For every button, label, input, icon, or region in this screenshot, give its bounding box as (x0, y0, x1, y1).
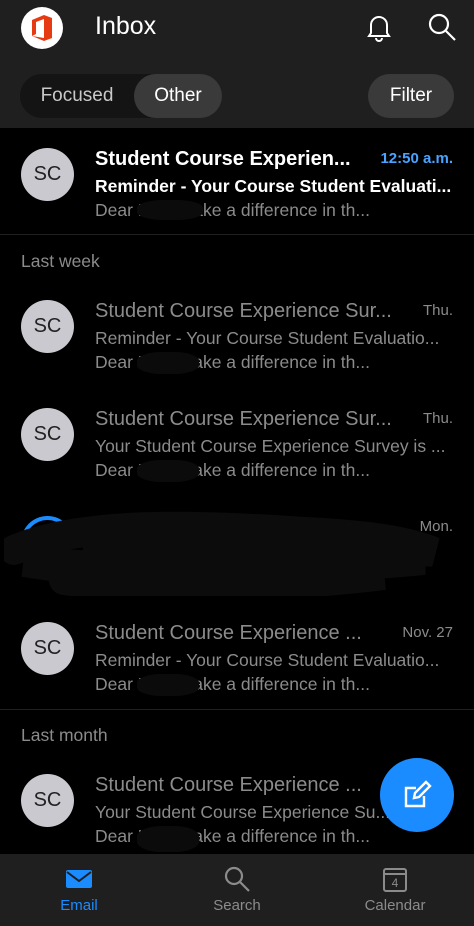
email-sender: Student Course Experience Sur... (95, 408, 392, 430)
nav-calendar[interactable]: 4 Calendar (316, 854, 474, 926)
redaction-scribble (137, 352, 199, 374)
email-sender: Student Course Experience ... (95, 622, 362, 644)
nav-calendar-label: Calendar (364, 897, 426, 914)
redaction-scribble (137, 200, 203, 220)
office-logo-icon[interactable] (21, 7, 63, 49)
email-time: Nov. 27 (402, 624, 453, 641)
section-header-last-week: Last week (21, 251, 100, 271)
email-time: 12:50 a.m. (380, 150, 453, 167)
page-title: Inbox (95, 12, 157, 40)
filter-button[interactable]: Filter (368, 74, 454, 118)
app-header: Inbox Focused Other Filter (0, 0, 474, 128)
list-item[interactable]: SC Student Course Experience ... Nov. 27… (0, 610, 474, 716)
email-subject: Reminder - Your Course Student Evaluati.… (95, 176, 452, 196)
divider (0, 709, 474, 710)
tab-other[interactable]: Other (134, 74, 222, 118)
compose-icon (404, 780, 432, 808)
email-subject: Reminder - Your Course Student Evaluatio… (95, 328, 440, 348)
avatar: SC (21, 148, 74, 201)
nav-search[interactable]: Search (158, 854, 316, 926)
email-sender: Student Course Experien... (95, 148, 351, 170)
list-item[interactable]: SC Student Course Experience Sur... Thu.… (0, 288, 474, 394)
nav-search-label: Search (213, 897, 261, 914)
email-time: Thu. (422, 410, 453, 427)
list-item[interactable]: SC Student Course Experien... 12:50 a.m.… (0, 128, 474, 234)
email-sender: Student Course Experience Sur... (95, 300, 392, 322)
nav-email[interactable]: Email (0, 854, 158, 926)
email-subject: Your Student Course Experience Su... (95, 802, 391, 822)
avatar: SC (21, 774, 74, 827)
email-sender: Student Course Experience ... (95, 774, 362, 796)
avatar: SC (21, 300, 74, 353)
search-icon[interactable] (425, 10, 459, 44)
mail-icon (66, 870, 92, 888)
redaction-scribble (137, 460, 199, 482)
redaction-scribble (137, 674, 199, 696)
redaction-scribble (0, 510, 444, 602)
list-item[interactable]: Mon. (0, 504, 474, 610)
inbox-segmented-control: Focused Other (20, 74, 222, 118)
email-subject: Reminder - Your Course Student Evaluatio… (95, 650, 440, 670)
notification-bell-icon[interactable] (362, 10, 396, 44)
email-time: Thu. (422, 302, 453, 319)
nav-email-label: Email (60, 897, 98, 914)
compose-button[interactable] (380, 758, 454, 832)
search-icon (224, 866, 250, 892)
avatar: SC (21, 622, 74, 675)
divider (0, 234, 474, 235)
email-subject: Your Student Course Experience Survey is… (95, 436, 446, 456)
calendar-icon: 4 (383, 868, 407, 892)
bottom-nav: Email Search 4 Calendar (0, 854, 474, 926)
calendar-day: 4 (392, 876, 399, 890)
redaction-scribble (137, 826, 199, 852)
section-header-last-month: Last month (21, 725, 108, 745)
list-item[interactable]: SC Student Course Experience Sur... Thu.… (0, 396, 474, 502)
tab-focused[interactable]: Focused (20, 74, 134, 118)
avatar: SC (21, 408, 74, 461)
